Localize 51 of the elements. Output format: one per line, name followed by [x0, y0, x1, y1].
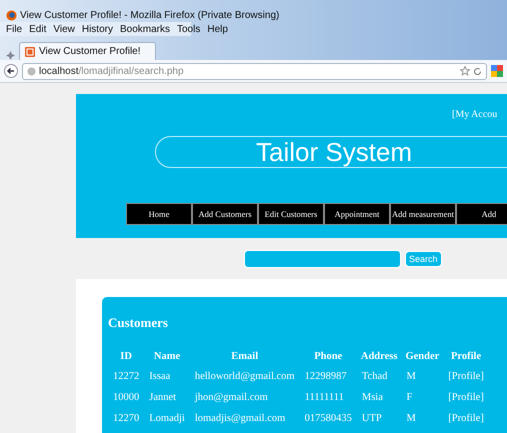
menu-item[interactable]: History [82, 24, 113, 34]
table-cell-text: Jannet [148, 392, 178, 405]
column-header: Address [360, 351, 398, 364]
table-cell-text: 12298987 [304, 371, 348, 384]
nav-link[interactable]: Add [456, 203, 507, 225]
extension-icon[interactable] [491, 65, 503, 77]
menu-item[interactable]: Edit [29, 24, 46, 34]
back-icon[interactable] [4, 64, 18, 78]
table-cell-text: lomadjis@gmail.com [194, 413, 286, 426]
reload-icon[interactable] [473, 66, 482, 76]
star-icon[interactable] [460, 66, 470, 76]
section-heading: Customers [108, 315, 169, 331]
column-header: ID [119, 351, 133, 364]
table-cell-text: Msia [360, 392, 384, 405]
nav-link[interactable]: Appointment [324, 203, 390, 225]
window-title: View Customer Profile! - Mozilla Firefox (Private Browsing) [20, 10, 280, 20]
browser-tab[interactable]: View Customer Profile! [19, 42, 156, 60]
table-cell-text: M [405, 371, 417, 384]
column-header: Name [152, 351, 182, 364]
menu-item[interactable]: Tools [177, 24, 200, 34]
menu-item[interactable]: View [53, 24, 75, 34]
title-banner: Tailor System [155, 136, 507, 168]
globe-icon [27, 66, 36, 76]
table-cell-text: M [405, 413, 417, 426]
nav-link[interactable]: Edit Customers [258, 203, 324, 225]
page-icon [25, 46, 35, 56]
table-cell-text: Lomadji [148, 413, 186, 426]
column-header: Profile [450, 351, 482, 364]
browser-logo-icon [6, 10, 17, 20]
table-cell-text: 017580435 [304, 413, 353, 426]
column-header: Email [230, 351, 260, 364]
address-field[interactable]: localhost/lomadjifinal/search.php [22, 62, 487, 80]
nav-link[interactable]: Home [126, 203, 192, 225]
table-cell-text: 11111111 [304, 392, 345, 405]
table-cell-text: 12272 [112, 371, 140, 384]
table-cell-text: UTP [360, 413, 383, 426]
table-cell-text: jhon@gmail.com [194, 392, 269, 405]
table-cell-text: helloworld@gmail.com [194, 371, 296, 384]
nav-link[interactable]: Add Customers [192, 203, 258, 225]
menu-item[interactable]: File [6, 24, 22, 34]
table-cell-text: F [405, 392, 414, 405]
search-field[interactable] [244, 250, 401, 268]
table-cell-text: 10000 [112, 392, 140, 405]
column-header: Gender [404, 351, 440, 364]
menu-item[interactable]: Bookmarks [120, 24, 170, 34]
table-cell-text: 12270 [112, 413, 140, 426]
table-cell-text: Tchad [360, 371, 388, 384]
column-header: Phone [313, 351, 344, 364]
menu-item[interactable]: Help [207, 24, 228, 34]
nav-link[interactable]: Add measurement [390, 203, 456, 225]
table-cell-text: Issaa [148, 371, 172, 384]
